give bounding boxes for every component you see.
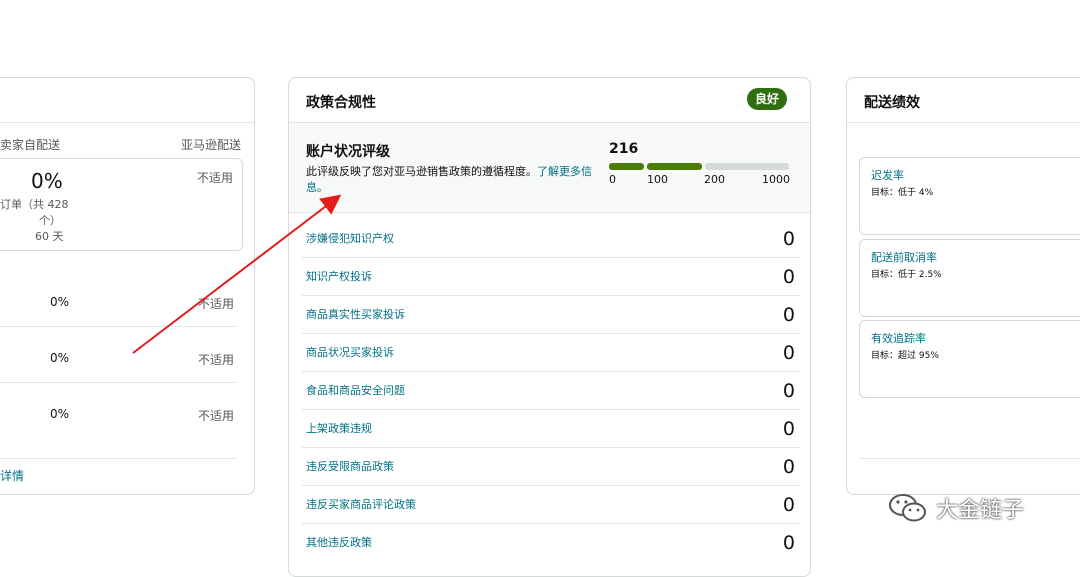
rating-tick-1000: 1000 — [762, 173, 790, 186]
orders-count-text: 订单（共 428 — [0, 198, 69, 211]
violation-row[interactable]: 违反买家商品评论政策 0 — [289, 486, 810, 524]
status-badge: 良好 — [747, 88, 787, 110]
policy-compliance-card: 政策合规性 良好 账户状况评级 此评级反映了您对亚马逊销售政策的遵循程度。了解更… — [288, 77, 811, 577]
violation-label[interactable]: 违反受限商品政策 — [306, 458, 394, 474]
metric-name[interactable]: 有效追踪率 — [871, 330, 926, 346]
pre-fulfillment-cancel-rate-box[interactable]: 配送前取消率 目标：低于 2.5% — [859, 239, 1080, 317]
rating-tick-0: 0 — [609, 173, 616, 186]
violation-label[interactable]: 商品状况买家投诉 — [306, 344, 394, 360]
row-1-na: 不适用 — [198, 297, 235, 311]
account-health-rating-panel: 账户状况评级 此评级反映了您对亚马逊销售政策的遵循程度。了解更多信息。 216 … — [289, 122, 810, 213]
row-1-percent: 0% — [50, 295, 70, 309]
violation-row[interactable]: 其他违反政策 0 — [289, 524, 810, 562]
policy-compliance-title: 政策合规性 — [306, 95, 376, 111]
violation-row[interactable]: 商品状况买家投诉 0 — [289, 334, 810, 372]
violation-count: 0 — [782, 380, 795, 402]
violation-count: 0 — [782, 228, 795, 250]
violation-row[interactable]: 上架政策违规 0 — [289, 410, 810, 448]
view-details-link[interactable]: 详情 — [0, 467, 24, 484]
watermark: 大金链子 — [888, 490, 1024, 526]
orders-count-text-cont: 个） — [39, 214, 61, 227]
metric-target: 目标：超过 95% — [871, 351, 939, 361]
amazon-fulfilled-column-label: 亚马逊配送 — [181, 138, 242, 152]
wechat-icon — [889, 494, 926, 522]
violation-label[interactable]: 涉嫌侵犯知识产权 — [306, 230, 394, 246]
shipping-performance-title: 配送绩效 — [864, 95, 920, 111]
account-health-score: 216 — [609, 141, 639, 157]
card-header — [0, 78, 254, 123]
rating-bar-segment-2 — [647, 163, 702, 170]
metric-target: 目标：低于 4% — [871, 188, 934, 198]
violation-count: 0 — [782, 494, 795, 516]
amazon-summary-na: 不适用 — [197, 171, 234, 185]
violation-row[interactable]: 违反受限商品政策 0 — [289, 448, 810, 486]
row-divider — [0, 326, 237, 327]
seller-summary-percent: 0% — [31, 169, 63, 193]
violation-label[interactable]: 知识产权投诉 — [306, 268, 372, 284]
rating-bar-segment-3 — [705, 163, 789, 170]
violation-count: 0 — [782, 266, 795, 288]
metric-name[interactable]: 配送前取消率 — [871, 249, 937, 265]
violation-label[interactable]: 商品真实性买家投诉 — [306, 306, 405, 322]
account-health-description-text: 此评级反映了您对亚马逊销售政策的遵循程度。 — [306, 165, 537, 178]
violation-row[interactable]: 商品真实性买家投诉 0 — [289, 296, 810, 334]
late-dispatch-rate-box[interactable]: 迟发率 目标：低于 4% — [859, 157, 1080, 235]
rating-bar-segment-1 — [609, 163, 644, 170]
violation-count: 0 — [782, 342, 795, 364]
violation-label[interactable]: 食品和商品安全问题 — [306, 382, 405, 398]
row-2-na: 不适用 — [198, 353, 235, 367]
account-health-rating-title: 账户状况评级 — [306, 144, 390, 160]
violation-count: 0 — [782, 456, 795, 478]
violation-label[interactable]: 其他违反政策 — [306, 534, 372, 550]
metric-name[interactable]: 迟发率 — [871, 167, 904, 183]
valid-tracking-rate-box[interactable]: 有效追踪率 目标：超过 95% — [859, 320, 1080, 398]
watermark-text: 大金链子 — [936, 498, 1025, 523]
violation-count: 0 — [782, 532, 795, 554]
violation-row[interactable]: 食品和商品安全问题 0 — [289, 372, 810, 410]
violation-count: 0 — [782, 304, 795, 326]
row-3-na: 不适用 — [198, 409, 235, 423]
row-divider — [859, 458, 1080, 459]
period-days-text: 60 天 — [35, 230, 64, 243]
metric-target: 目标：低于 2.5% — [871, 270, 942, 280]
rating-tick-100: 100 — [647, 173, 668, 186]
violation-row[interactable]: 涉嫌侵犯知识产权 0 — [289, 220, 810, 258]
row-divider — [0, 382, 237, 383]
violation-count: 0 — [782, 418, 795, 440]
violation-label[interactable]: 上架政策违规 — [306, 420, 372, 436]
violation-label[interactable]: 违反买家商品评论政策 — [306, 496, 416, 512]
seller-fulfilled-column-label: 卖家自配送 — [0, 138, 61, 152]
row-2-percent: 0% — [50, 351, 70, 365]
account-health-description: 此评级反映了您对亚马逊销售政策的遵循程度。了解更多信息。 — [306, 164, 596, 196]
rating-tick-200: 200 — [704, 173, 725, 186]
row-3-percent: 0% — [50, 407, 70, 421]
violation-row[interactable]: 知识产权投诉 0 — [289, 258, 810, 296]
row-divider — [0, 458, 237, 459]
shipping-performance-card: 配送绩效 迟发率 目标：低于 4% 配送前取消率 目标：低于 2.5% 有效追踪… — [846, 77, 1080, 495]
